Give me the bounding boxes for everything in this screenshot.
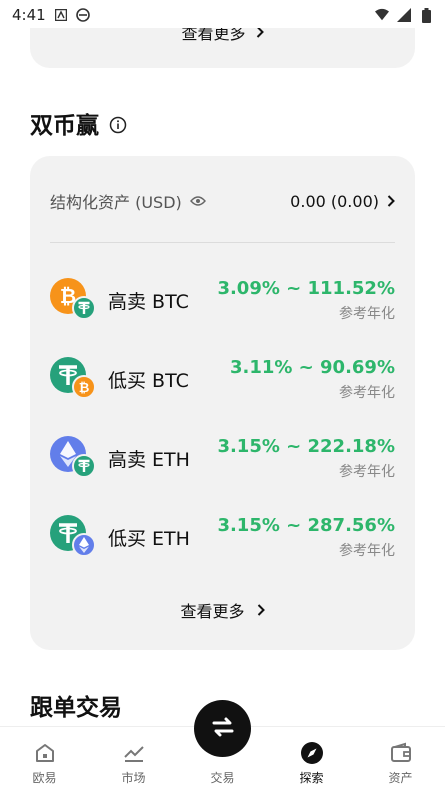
product-name: 高卖 BTC	[108, 290, 189, 313]
battery-icon	[419, 7, 433, 23]
product-row[interactable]: 高卖 ETH 3.15% ~ 222.18% 参考年化	[50, 428, 395, 488]
chart-icon	[122, 741, 146, 765]
product-row[interactable]: ₿ 低买 BTC 3.11% ~ 90.69% 参考年化	[50, 349, 395, 409]
previous-section-card: 查看更多	[30, 28, 415, 68]
dual-currency-card: 结构化资产 (USD) 0.00 (0.00) ₿ 高卖 BTC 3.09% ~…	[30, 156, 415, 650]
nav-item-okx[interactable]: 欧易	[0, 727, 89, 792]
structured-assets-value-group: 0.00 (0.00)	[290, 192, 395, 211]
usdt-btc-coin-icon: ₿	[50, 357, 98, 401]
product-rate: 3.11% ~ 90.69%	[229, 356, 395, 378]
svg-text:₿: ₿	[79, 381, 90, 396]
compass-icon	[300, 741, 324, 765]
chevron-right-icon	[256, 28, 264, 42]
product-rate-sub: 参考年化	[339, 305, 395, 322]
nav-item-assets[interactable]: 资产	[356, 727, 445, 792]
product-row[interactable]: 低买 ETH 3.15% ~ 287.56% 参考年化	[50, 507, 395, 567]
copy-trading-title: 跟单交易	[30, 695, 122, 721]
nav-label: 市场	[121, 771, 146, 785]
product-rate-group: 3.09% ~ 111.52% 参考年化	[217, 278, 395, 323]
structured-assets-label: 结构化资产 (USD)	[50, 193, 182, 212]
view-more-label: 查看更多	[180, 602, 245, 621]
chevron-right-icon	[257, 601, 265, 620]
nav-label: 交易	[210, 771, 235, 785]
previous-view-more-link[interactable]: 查看更多	[30, 28, 415, 44]
dual-currency-title: 双币赢	[30, 113, 99, 139]
btc-usdt-coin-icon: ₿	[50, 278, 98, 322]
usdt-eth-coin-icon	[50, 515, 98, 559]
eye-icon[interactable]	[189, 192, 206, 211]
divider	[50, 242, 395, 243]
product-rate-sub: 参考年化	[339, 463, 395, 480]
nav-item-explore[interactable]: 探索	[267, 727, 356, 792]
status-time: 4:41	[12, 6, 46, 24]
swap-icon	[208, 712, 238, 746]
nav-item-market[interactable]: 市场	[89, 727, 178, 792]
previous-view-more-label: 查看更多	[181, 28, 246, 43]
info-icon[interactable]	[109, 114, 127, 134]
app-notification-icon	[54, 8, 68, 22]
chevron-right-icon	[387, 192, 395, 211]
status-bar: 4:41	[0, 0, 445, 30]
nav-label: 欧易	[32, 771, 57, 785]
product-rate-group: 3.15% ~ 222.18% 参考年化	[217, 436, 395, 481]
browser-notification-icon	[75, 8, 90, 22]
nav-label: 资产	[388, 771, 413, 785]
product-rate: 3.15% ~ 287.56%	[217, 514, 395, 536]
dual-currency-section-title: 双币赢	[30, 106, 127, 140]
product-rate-group: 3.11% ~ 90.69% 参考年化	[230, 357, 395, 402]
nav-label: 探索	[299, 771, 324, 785]
home-icon	[33, 741, 57, 765]
signal-icon	[397, 8, 411, 22]
product-row[interactable]: ₿ 高卖 BTC 3.09% ~ 111.52% 参考年化	[50, 270, 395, 330]
product-rate-group: 3.15% ~ 287.56% 参考年化	[217, 515, 395, 560]
trade-button[interactable]	[194, 700, 251, 757]
product-name: 低买 ETH	[108, 527, 190, 550]
wallet-icon	[389, 741, 413, 765]
product-name: 高卖 ETH	[108, 448, 190, 471]
product-rate: 3.09% ~ 111.52%	[217, 277, 395, 299]
structured-assets-label-group: 结构化资产 (USD)	[50, 189, 206, 213]
eth-usdt-coin-icon	[50, 436, 98, 480]
product-rate: 3.15% ~ 222.18%	[217, 435, 395, 457]
structured-assets-row[interactable]: 结构化资产 (USD) 0.00 (0.00)	[50, 186, 395, 216]
product-name: 低买 BTC	[108, 369, 189, 392]
structured-assets-value: 0.00 (0.00)	[290, 191, 379, 211]
product-rate-sub: 参考年化	[339, 542, 395, 559]
view-more-link[interactable]: 查看更多	[30, 598, 415, 622]
product-rate-sub: 参考年化	[339, 384, 395, 401]
wifi-icon	[375, 8, 389, 22]
copy-trading-section-title: 跟单交易	[30, 688, 122, 722]
